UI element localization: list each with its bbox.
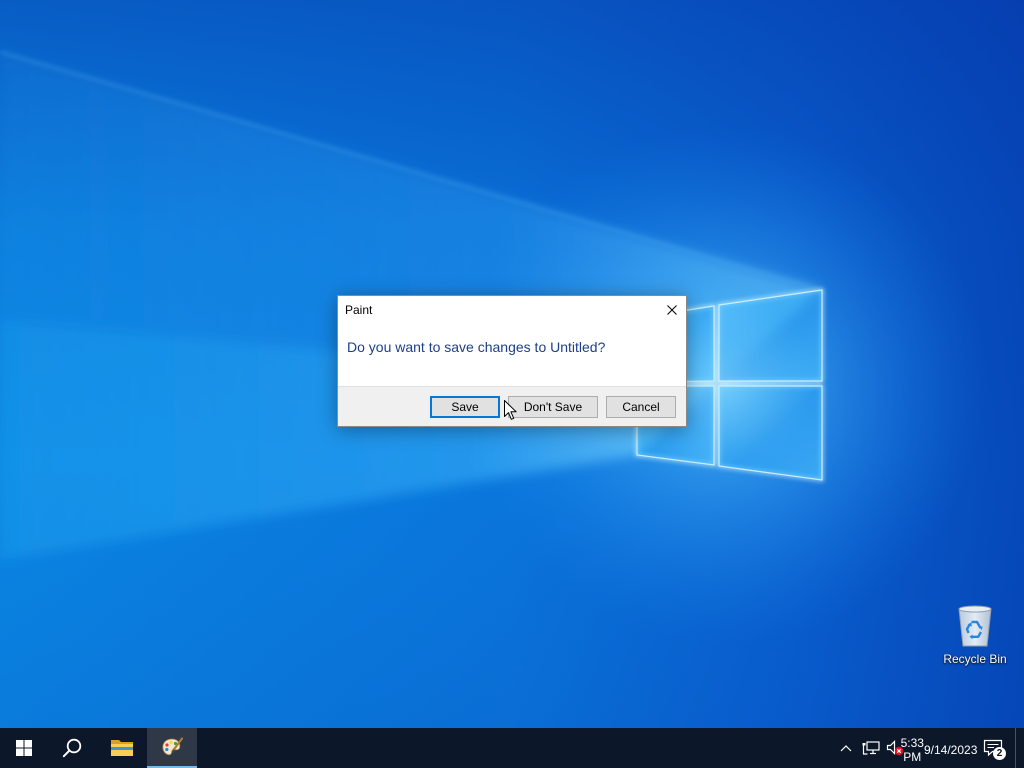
network-icon — [862, 741, 880, 755]
notification-count-badge: 2 — [993, 747, 1006, 760]
paint-icon — [162, 737, 184, 756]
dialog-titlebar[interactable]: Paint — [338, 296, 686, 324]
taskbar-file-explorer[interactable] — [97, 728, 147, 768]
save-changes-dialog: Paint Do you want to save changes to Unt… — [337, 295, 687, 427]
desktop: Recycle Bin Paint Do you want to save ch… — [0, 0, 1024, 768]
file-explorer-icon — [111, 740, 133, 756]
show-desktop-button[interactable] — [1015, 728, 1024, 768]
dialog-button-panel: Save Don't Save Cancel — [338, 386, 686, 426]
clock-date: 9/14/2023 — [923, 743, 978, 757]
chevron-up-icon — [840, 745, 852, 752]
network-status-button[interactable] — [859, 728, 883, 768]
action-center-button[interactable]: 2 — [974, 728, 1012, 768]
cancel-button[interactable]: Cancel — [606, 396, 676, 418]
taskbar-paint[interactable] — [147, 728, 197, 768]
recycle-bin-label: Recycle Bin — [943, 652, 1007, 666]
recycle-bin-shortcut[interactable]: Recycle Bin — [937, 602, 1013, 670]
search-button[interactable] — [48, 728, 96, 768]
start-button[interactable] — [0, 728, 48, 768]
taskbar: 5:33 PM 9/14/2023 2 — [0, 728, 1024, 768]
clock-time: 5:33 PM — [900, 736, 924, 764]
close-icon — [667, 305, 677, 315]
windows-start-icon — [16, 740, 32, 756]
clock[interactable]: 5:33 PM 9/14/2023 — [901, 728, 978, 768]
action-center-icon-wrap: 2 — [983, 738, 1006, 760]
save-button[interactable]: Save — [430, 396, 500, 418]
dialog-message: Do you want to save changes to Untitled? — [347, 339, 606, 355]
search-icon — [62, 738, 82, 758]
dialog-title: Paint — [345, 303, 373, 317]
close-button[interactable] — [658, 296, 686, 324]
recycle-bin-icon — [958, 605, 992, 647]
dont-save-button[interactable]: Don't Save — [508, 396, 598, 418]
show-hidden-icons-button[interactable] — [834, 728, 858, 768]
